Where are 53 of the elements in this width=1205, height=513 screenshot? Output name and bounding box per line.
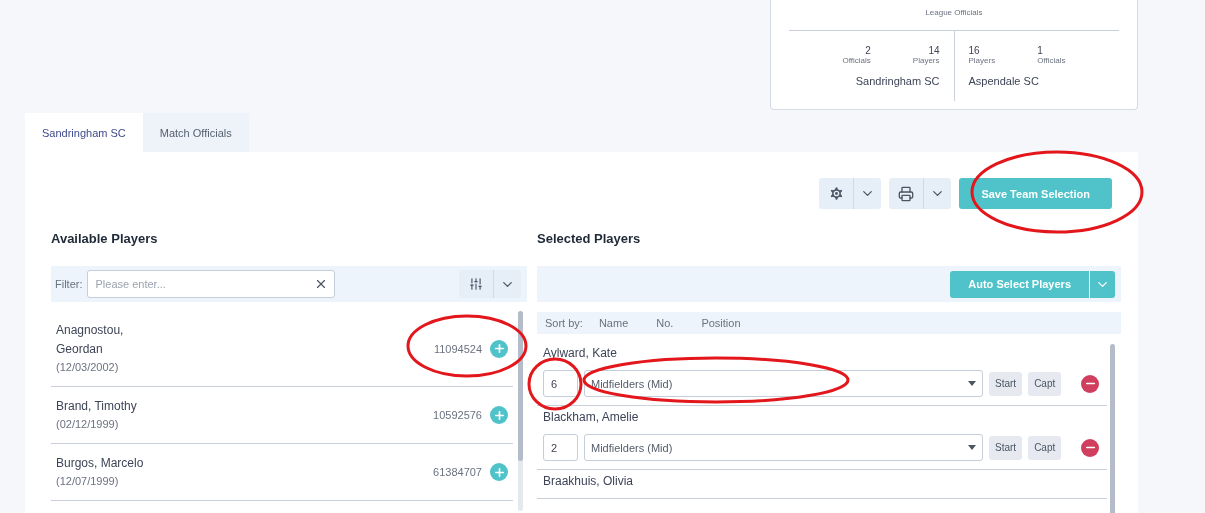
sort-label: Sort by: (545, 317, 583, 329)
player-dob: (12/07/1999) (56, 474, 120, 489)
stat-label: Officials (1037, 56, 1066, 65)
add-icon[interactable] (490, 463, 508, 481)
stat-value: 1 (1037, 45, 1043, 56)
number-field[interactable]: 2 (543, 434, 578, 461)
player-id: 61384707 (433, 466, 482, 478)
team-name: Aspendale SC (968, 75, 1039, 87)
stat-label: Players (912, 56, 940, 65)
sort-option[interactable]: Name (582, 317, 641, 329)
captain-button[interactable]: Capt (1028, 371, 1062, 396)
team-name: Sandringham SC (855, 75, 940, 87)
tab[interactable]: Match Officials (142, 113, 249, 152)
start-button[interactable]: Start (989, 435, 1023, 460)
player-id: 10592576 (433, 409, 482, 421)
summary-caption: League Officials (925, 8, 983, 19)
position-dropdown[interactable]: Midfielders (Mid) (584, 370, 983, 397)
caret-icon[interactable] (968, 445, 976, 450)
add-icon[interactable] (490, 339, 508, 358)
settings-split-button[interactable] (819, 178, 882, 209)
player-dob: (12/03/2002) (56, 360, 120, 375)
number-field[interactable]: 6 (543, 370, 578, 397)
captain-button[interactable]: Capt (1028, 435, 1062, 460)
filter-label: Filter: (55, 278, 83, 290)
sort-option[interactable]: No. (640, 317, 686, 329)
add-icon[interactable] (490, 406, 508, 424)
caret-icon[interactable] (968, 381, 976, 386)
stat-label: Officials (842, 56, 871, 65)
player-name: Braakhuis, Olivia (543, 473, 635, 490)
scrollbar[interactable] (1110, 344, 1115, 513)
sort-option[interactable]: Position (685, 317, 753, 329)
filter-options-button[interactable] (459, 270, 521, 298)
position-dropdown[interactable]: Midfielders (Mid) (584, 434, 983, 461)
scrollbar[interactable] (518, 311, 523, 511)
player-name: Anagnostou, Geordan (56, 322, 125, 358)
section-heading: Available Players (51, 231, 159, 247)
player-name: Blackham, Amelie (543, 409, 640, 426)
player-id: 11094524 (433, 342, 482, 355)
tab[interactable]: Sandringham SC (25, 113, 143, 152)
remove-icon[interactable] (1081, 374, 1099, 393)
print-split-button[interactable] (889, 178, 952, 209)
stat-value: 14 (928, 45, 940, 56)
stat-value: 2 (865, 45, 871, 56)
start-button[interactable]: Start (989, 371, 1023, 396)
player-dob: (02/12/1999) (56, 417, 120, 432)
stat-value: 16 (968, 45, 980, 56)
player-name: Aylward, Kate (543, 345, 618, 362)
stat-label: Players (968, 56, 996, 65)
player-name: Burgos, Marcelo (56, 455, 145, 472)
section-heading: Selected Players (537, 231, 642, 247)
player-name: Brand, Timothy (56, 398, 138, 415)
filter-field[interactable]: Please enter... (86, 270, 335, 298)
remove-icon[interactable] (1081, 438, 1099, 457)
